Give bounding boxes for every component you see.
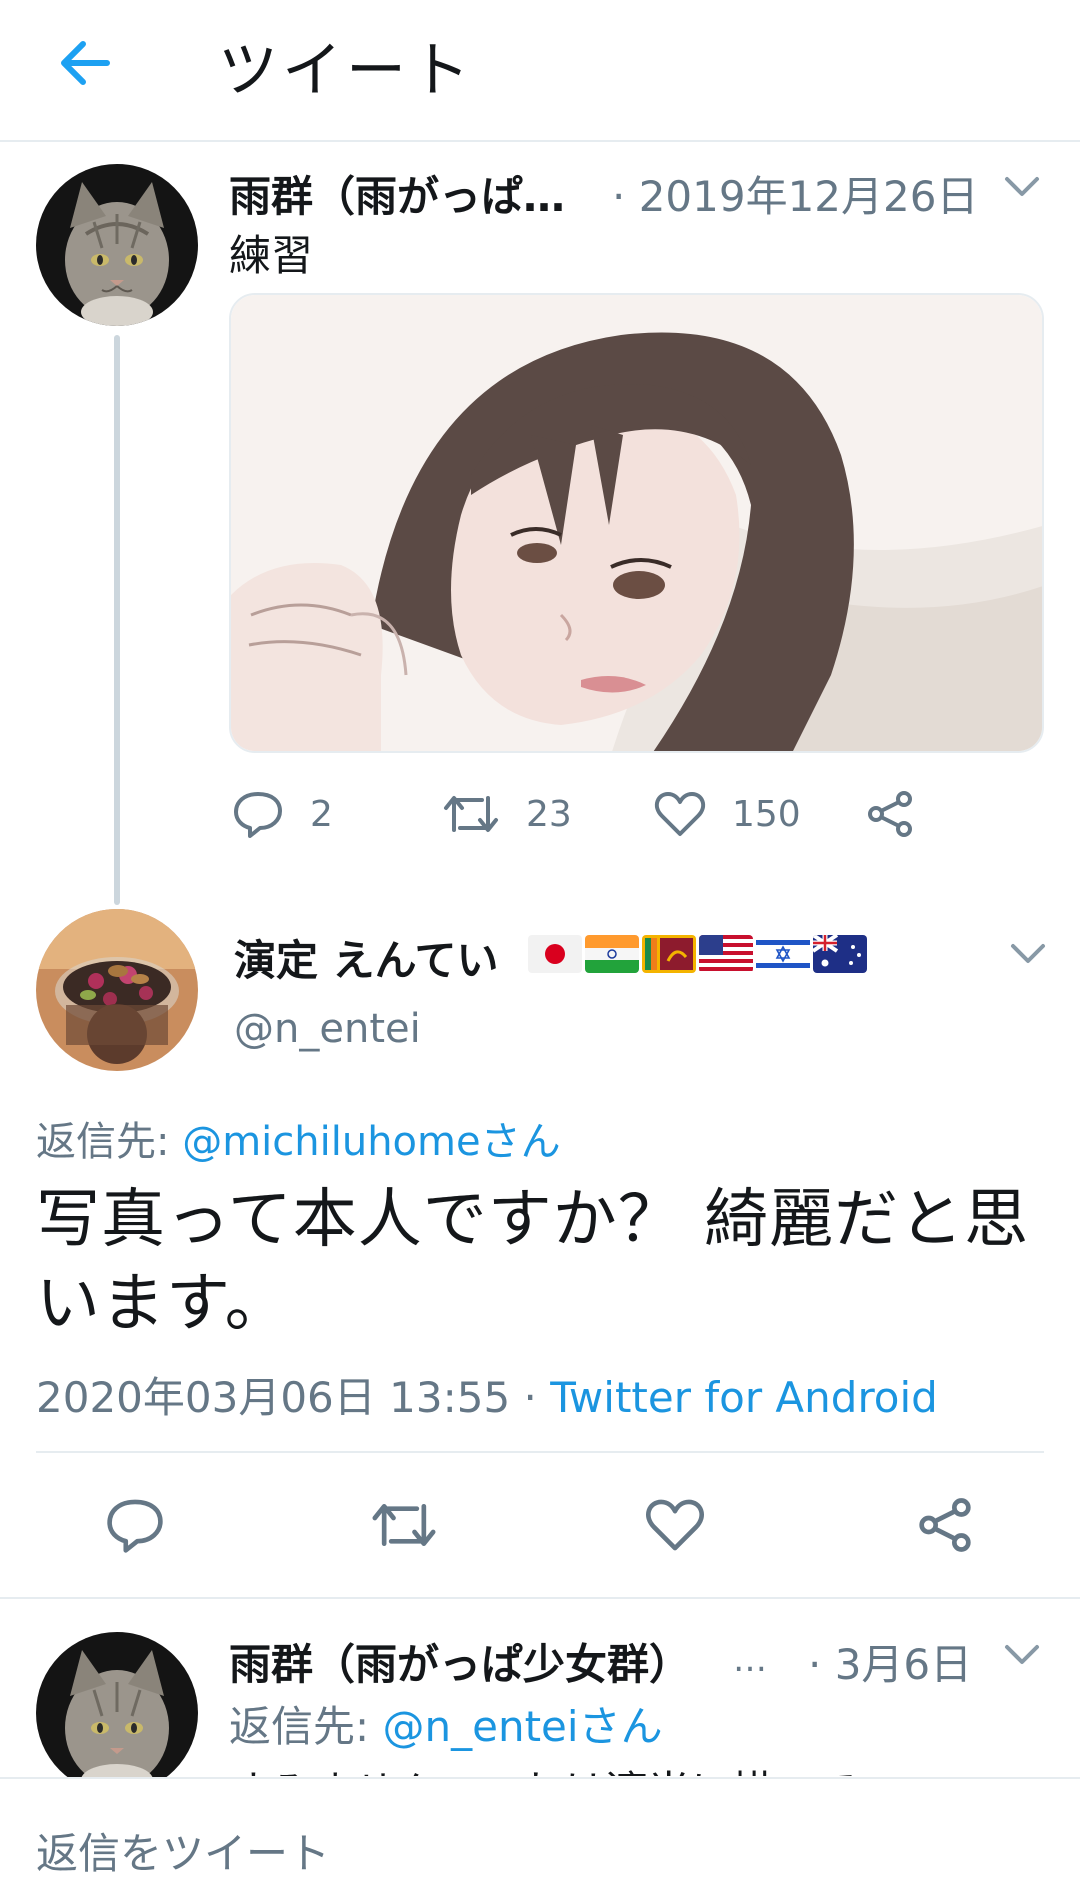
reply-action[interactable]: 2	[232, 790, 333, 838]
reply-button[interactable]	[95, 1485, 175, 1565]
usa-flag-icon	[699, 935, 753, 973]
reply-to-line: 返信先: @michiluhomeさん	[36, 1109, 561, 1167]
tweet-text: 練習	[229, 231, 314, 280]
thread-connector-line	[114, 335, 120, 905]
reply-count: 2	[310, 793, 333, 835]
israel-flag-icon	[756, 935, 810, 973]
tweet-menu-button[interactable]	[1000, 165, 1044, 209]
tweet-text: 写真って本人ですか？ 綺麗だと思います。	[36, 1183, 1030, 1341]
tweet-text-partial: すみません、これは適当に描いて	[229, 1758, 856, 1776]
reply-to-user-link[interactable]: @n_enteiさん	[383, 1702, 663, 1751]
divider	[0, 1597, 1080, 1599]
author-handle[interactable]: @n_entei	[234, 1006, 421, 1052]
heart-icon	[646, 1499, 704, 1551]
reply-icon	[234, 792, 282, 838]
sri-lanka-flag-icon	[642, 935, 696, 973]
avatar-cat[interactable]	[36, 1632, 198, 1794]
tweet-source-link[interactable]: Twitter for Android	[550, 1373, 938, 1422]
back-button[interactable]	[50, 28, 120, 98]
reply-to-label: 返信先:	[229, 1702, 370, 1751]
retweet-icon	[372, 1504, 436, 1546]
retweet-action[interactable]: 23	[442, 790, 572, 838]
chevron-down-icon	[1011, 944, 1045, 963]
like-button[interactable]	[635, 1485, 715, 1565]
like-action[interactable]: 150	[654, 790, 801, 838]
tweet-timestamp[interactable]: 2020年03月06日 13:55 ·	[36, 1373, 550, 1422]
retweet-icon	[444, 796, 498, 832]
divider	[36, 1451, 1044, 1453]
chevron-down-icon	[1005, 1645, 1039, 1664]
retweet-button[interactable]	[364, 1485, 444, 1565]
author-name[interactable]: 雨群（雨がっぱ少女群）	[229, 1631, 691, 1692]
tweet-date[interactable]: · 3月6日	[808, 1631, 972, 1692]
australia-flag-icon	[813, 935, 867, 973]
avatar-dessert[interactable]	[36, 909, 198, 1071]
share-action[interactable]	[866, 790, 914, 838]
dessert-avatar-image	[36, 909, 198, 1071]
author-name[interactable]: 演定 えんてい	[234, 927, 499, 988]
author-name[interactable]: 雨群（雨がっぱ…	[229, 163, 565, 224]
like-count: 150	[732, 793, 801, 835]
chevron-down-icon	[1005, 177, 1039, 196]
share-button[interactable]	[905, 1485, 985, 1565]
name-ellipsis: …	[733, 1640, 767, 1680]
heart-icon	[654, 792, 706, 836]
avatar-cat[interactable]	[36, 164, 198, 326]
retweet-count: 23	[526, 793, 572, 835]
profile-flags	[528, 935, 867, 973]
cat-avatar-image	[36, 164, 198, 326]
cat-avatar-image	[36, 1632, 198, 1794]
share-icon	[868, 791, 912, 837]
tweet-menu-button[interactable]	[1006, 932, 1050, 976]
share-icon	[919, 1498, 971, 1552]
japan-flag-icon	[528, 935, 582, 973]
tweet-menu-button[interactable]	[1000, 1633, 1044, 1677]
reply-input[interactable]: 返信をツイート	[36, 1820, 330, 1881]
reply-to-label: 返信先:	[36, 1119, 170, 1165]
reply-to-line: 返信先: @n_enteiさん	[229, 1693, 663, 1754]
tweet-date[interactable]: · 2019年12月26日	[612, 163, 978, 224]
tweet-meta: 2020年03月06日 13:55 · Twitter for Android	[36, 1364, 938, 1425]
tweet-image[interactable]	[229, 293, 1044, 753]
reply-to-user-link[interactable]: @michiluhomeさん	[182, 1119, 560, 1165]
arrow-left-icon	[61, 41, 110, 85]
india-flag-icon	[585, 935, 639, 973]
illustration-image	[231, 295, 1042, 751]
reply-icon	[107, 1499, 163, 1553]
page-title: ツイート	[218, 36, 474, 106]
top-bar: ツイート	[0, 0, 1080, 142]
